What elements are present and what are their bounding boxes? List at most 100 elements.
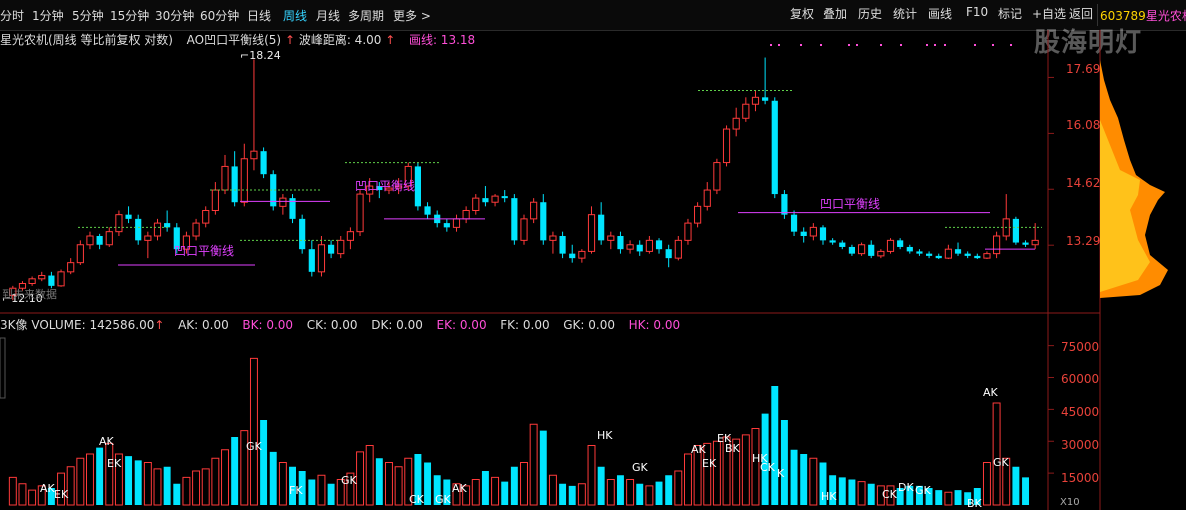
volume-bar-down	[1012, 466, 1020, 505]
signal-label: GK	[993, 456, 1009, 469]
volume-bar-up	[76, 457, 85, 506]
volume-bar-up	[8, 476, 17, 506]
candle-body-up	[356, 193, 364, 233]
candle-body-up	[491, 195, 499, 203]
signal-label: AK	[40, 482, 55, 495]
volume-bar-up	[606, 479, 615, 506]
signal-label: HK	[821, 490, 837, 503]
signal-label: AK	[452, 482, 467, 495]
volume-bar-up	[982, 462, 991, 506]
candle-body-down	[1012, 218, 1019, 243]
candle-body-down	[762, 97, 769, 101]
volume-bar-down	[616, 475, 624, 505]
candle-body-up	[279, 197, 287, 207]
candle-body-up	[626, 244, 634, 250]
volume-bar-down	[375, 458, 383, 505]
signal-label: AK	[99, 435, 114, 448]
candle-body-down	[598, 214, 605, 241]
signal-label: EK	[702, 457, 717, 470]
volume-bar-up	[66, 466, 75, 506]
signal-label: DK	[898, 481, 914, 494]
candle-body-down	[135, 218, 142, 241]
candle-body-up	[115, 214, 123, 233]
volume-bar-up	[809, 457, 818, 506]
volume-bar-up	[491, 476, 500, 506]
volume-arrow-icon: ↑	[154, 318, 165, 332]
candle-body-up	[549, 235, 557, 241]
balance-line-label: 凹口平衡线	[174, 244, 235, 258]
candle-body-down	[1022, 242, 1029, 245]
volume-bar-up	[857, 481, 866, 506]
indicator-panel-name[interactable]: 3K像	[0, 318, 28, 332]
candle-body-up	[346, 231, 354, 241]
candle-body-down	[636, 244, 643, 252]
volume-bar-down	[636, 483, 644, 505]
volume-bar-down	[308, 479, 316, 505]
candle-body-down	[935, 255, 942, 259]
candle-body-up	[694, 205, 702, 224]
volume-bar-down	[327, 483, 335, 505]
ck-value: CK: 0.00	[306, 318, 358, 332]
indicator-bar: 3K像 VOLUME: 142586.00↑ AK: 0.00 BK: 0.00…	[0, 316, 680, 332]
volume-bar-down	[838, 477, 846, 505]
volume-bar-down	[96, 447, 104, 505]
candle-body-up	[337, 239, 345, 255]
volume-bar-down	[790, 449, 798, 505]
candle-body-up	[877, 250, 885, 257]
candle-body-down	[569, 253, 576, 259]
candle-body-down	[125, 214, 132, 219]
volume-bar-down	[780, 420, 788, 505]
candle-body-up	[57, 271, 65, 287]
volume-bar-up	[18, 483, 27, 506]
price-tick: 13.29	[1066, 234, 1101, 248]
candle-body-up	[722, 128, 731, 164]
candle-body-down	[925, 253, 933, 256]
signal-label: AK	[983, 386, 998, 399]
candle-body-up	[886, 239, 895, 252]
volume-bar-up	[394, 466, 403, 506]
peak-marker-dot	[900, 44, 902, 46]
volume-bar-down	[163, 466, 171, 505]
volume-bar-down	[173, 483, 181, 505]
signal-label: EK	[107, 457, 122, 470]
candle-body-up	[674, 239, 682, 259]
candle-body-down	[839, 242, 846, 247]
signal-label: EK	[54, 488, 69, 501]
candle-body-down	[501, 196, 508, 199]
volume-bar-down	[568, 485, 576, 505]
signal-label: CK	[882, 488, 897, 501]
peak-marker-dot	[820, 44, 822, 46]
volume-tick: 30000	[1061, 438, 1100, 452]
peak-marker-dot	[974, 44, 976, 46]
candle-body-down	[906, 246, 913, 252]
peak-marker-dot	[770, 44, 772, 46]
volume-bar-up	[587, 445, 596, 506]
peak-marker-dot	[800, 44, 802, 46]
volume-bar-up	[674, 470, 683, 506]
candle-body-down	[540, 202, 547, 241]
signal-label: K	[777, 467, 785, 480]
volume-bar-down	[481, 471, 489, 505]
volume-bar-up	[626, 479, 635, 506]
candle-body-up	[472, 197, 480, 211]
volume-bar-up	[992, 402, 1001, 506]
candle-body-up	[221, 165, 229, 191]
candle-body-up	[713, 162, 721, 191]
future-data-label: 到未来数据	[2, 288, 57, 301]
candle-body-up	[38, 275, 46, 280]
signal-label: GK	[632, 461, 648, 474]
candle-body-down	[829, 240, 836, 243]
volume-bar-up	[520, 462, 528, 506]
candle-body-up	[809, 226, 817, 237]
volume-bar-up	[28, 489, 37, 506]
volume-bar-up	[741, 434, 750, 506]
candle-body-up	[944, 248, 952, 259]
signal-label: BK	[725, 442, 740, 455]
volume-bar-down	[501, 481, 509, 505]
candle-body-down	[665, 249, 672, 259]
candle-body-up	[1031, 239, 1039, 246]
candle-body-up	[192, 222, 200, 237]
volume-bar-down	[424, 462, 432, 505]
peak-marker-dot	[778, 44, 780, 46]
candle-body-up	[76, 244, 84, 264]
